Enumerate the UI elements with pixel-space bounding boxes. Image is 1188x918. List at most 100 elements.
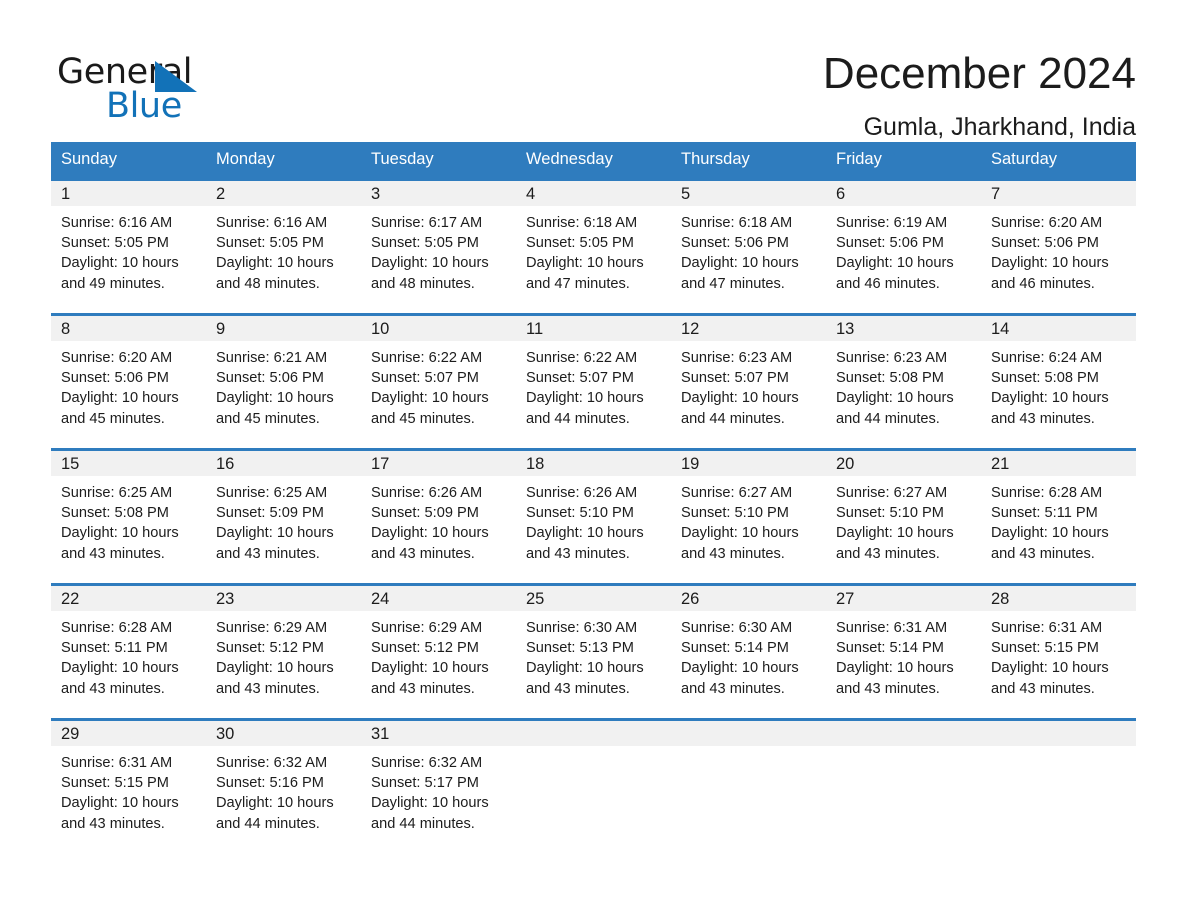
day-number: 6: [826, 181, 981, 206]
calendar-day-cell[interactable]: 15 Sunrise: 6:25 AM Sunset: 5:08 PM Dayligh…: [51, 448, 206, 585]
calendar-day-cell[interactable]: 25 Sunrise: 6:30 AM Sunset: 5:13 PM Dayligh…: [516, 583, 671, 720]
day-details: Sunrise: 6:17 AM Sunset: 5:05 PM Daylight:…: [361, 206, 516, 294]
day-details: Sunrise: 6:24 AM Sunset: 5:08 PM Daylight:…: [981, 341, 1136, 429]
calendar-day-cell[interactable]: 21 Sunrise: 6:28 AM Sunset: 5:11 PM Dayligh…: [981, 448, 1136, 585]
daylight-text-line2: and 43 minutes.: [991, 545, 1095, 562]
daylight-text-line2: and 43 minutes.: [526, 545, 630, 562]
daylight-text-line1: Daylight: 10 hours: [371, 390, 489, 407]
daylight-text-line1: Daylight: 10 hours: [61, 660, 179, 677]
sunrise-text: Sunrise: 6:31 AM: [61, 755, 173, 771]
daylight-text-line1: Daylight: 10 hours: [526, 255, 644, 272]
day-number: 30: [206, 721, 361, 746]
sunrise-text: Sunrise: 6:25 AM: [61, 485, 173, 501]
daylight-text-line1: Daylight: 10 hours: [991, 525, 1109, 542]
daylight-text-line2: and 43 minutes.: [526, 680, 630, 697]
daylight-text-line1: Daylight: 10 hours: [836, 660, 954, 677]
day-number: 31: [361, 721, 516, 746]
daylight-text-line2: and 47 minutes.: [526, 275, 630, 292]
day-details: Sunrise: 6:32 AM Sunset: 5:17 PM Daylight:…: [361, 746, 516, 834]
calendar-day-cell[interactable]: 6 Sunrise: 6:19 AM Sunset: 5:06 PM Daylight…: [826, 178, 981, 315]
calendar-day-cell[interactable]: 18 Sunrise: 6:26 AM Sunset: 5:10 PM Dayligh…: [516, 448, 671, 585]
calendar-day-cell[interactable]: 20 Sunrise: 6:27 AM Sunset: 5:10 PM Dayligh…: [826, 448, 981, 585]
sunset-text: Sunset: 5:08 PM: [61, 505, 169, 522]
calendar-day-cell[interactable]: 12 Sunrise: 6:23 AM Sunset: 5:07 PM Dayligh…: [671, 313, 826, 450]
daylight-text-line1: Daylight: 10 hours: [681, 525, 799, 542]
day-number: 7: [981, 181, 1136, 206]
day-number: 18: [516, 451, 671, 476]
calendar-cell-empty: [981, 718, 1136, 855]
calendar-header-row: Sunday Monday Tuesday Wednesday Thursday…: [51, 142, 1136, 180]
sunset-text: Sunset: 5:11 PM: [991, 505, 1098, 522]
day-number: 20: [826, 451, 981, 476]
sunset-text: Sunset: 5:05 PM: [216, 235, 324, 252]
daylight-text-line1: Daylight: 10 hours: [991, 390, 1109, 407]
day-details: Sunrise: 6:28 AM Sunset: 5:11 PM Daylight:…: [981, 476, 1136, 564]
calendar-day-cell[interactable]: 17 Sunrise: 6:26 AM Sunset: 5:09 PM Dayligh…: [361, 448, 516, 585]
calendar-day-cell[interactable]: 22 Sunrise: 6:28 AM Sunset: 5:11 PM Dayligh…: [51, 583, 206, 720]
daylight-text-line2: and 44 minutes.: [836, 410, 940, 427]
sunset-text: Sunset: 5:05 PM: [526, 235, 634, 252]
sunset-text: Sunset: 5:06 PM: [216, 370, 324, 387]
sunrise-text: Sunrise: 6:20 AM: [991, 215, 1103, 231]
sunset-text: Sunset: 5:10 PM: [836, 505, 944, 522]
day-details: Sunrise: 6:22 AM Sunset: 5:07 PM Daylight:…: [361, 341, 516, 429]
day-number: 16: [206, 451, 361, 476]
day-details: Sunrise: 6:31 AM Sunset: 5:14 PM Daylight:…: [826, 611, 981, 699]
calendar-day-cell[interactable]: 14 Sunrise: 6:24 AM Sunset: 5:08 PM Dayligh…: [981, 313, 1136, 450]
sunrise-text: Sunrise: 6:18 AM: [526, 215, 638, 231]
calendar-day-cell[interactable]: 19 Sunrise: 6:27 AM Sunset: 5:10 PM Dayligh…: [671, 448, 826, 585]
calendar-day-cell[interactable]: 4 Sunrise: 6:18 AM Sunset: 5:05 PM Daylight…: [516, 178, 671, 315]
sunrise-text: Sunrise: 6:32 AM: [216, 755, 328, 771]
calendar-day-cell[interactable]: 1 Sunrise: 6:16 AM Sunset: 5:05 PM Daylight…: [51, 178, 206, 315]
calendar-day-cell[interactable]: 30 Sunrise: 6:32 AM Sunset: 5:16 PM Dayligh…: [206, 718, 361, 855]
sunrise-text: Sunrise: 6:21 AM: [216, 350, 328, 366]
calendar-day-cell[interactable]: 11 Sunrise: 6:22 AM Sunset: 5:07 PM Dayligh…: [516, 313, 671, 450]
calendar-day-cell[interactable]: 31 Sunrise: 6:32 AM Sunset: 5:17 PM Dayligh…: [361, 718, 516, 855]
calendar-day-cell[interactable]: 24 Sunrise: 6:29 AM Sunset: 5:12 PM Dayligh…: [361, 583, 516, 720]
calendar-day-cell[interactable]: 16 Sunrise: 6:25 AM Sunset: 5:09 PM Dayligh…: [206, 448, 361, 585]
daylight-text-line2: and 45 minutes.: [371, 410, 475, 427]
daylight-text-line2: and 48 minutes.: [216, 275, 320, 292]
calendar-day-cell[interactable]: 29 Sunrise: 6:31 AM Sunset: 5:15 PM Dayligh…: [51, 718, 206, 855]
calendar-day-cell[interactable]: 2 Sunrise: 6:16 AM Sunset: 5:05 PM Daylight…: [206, 178, 361, 315]
calendar-day-cell[interactable]: 8 Sunrise: 6:20 AM Sunset: 5:06 PM Daylight…: [51, 313, 206, 450]
calendar-cell-empty: [671, 718, 826, 855]
calendar-week-row: 15 Sunrise: 6:25 AM Sunset: 5:08 PM Dayligh…: [51, 448, 1136, 585]
daylight-text-line1: Daylight: 10 hours: [526, 660, 644, 677]
sunset-text: Sunset: 5:06 PM: [991, 235, 1099, 252]
day-details: Sunrise: 6:23 AM Sunset: 5:07 PM Daylight:…: [671, 341, 826, 429]
day-details: Sunrise: 6:21 AM Sunset: 5:06 PM Daylight:…: [206, 341, 361, 429]
calendar-day-cell[interactable]: 3 Sunrise: 6:17 AM Sunset: 5:05 PM Daylight…: [361, 178, 516, 315]
daylight-text-line2: and 43 minutes.: [61, 815, 165, 832]
calendar-day-cell[interactable]: 7 Sunrise: 6:20 AM Sunset: 5:06 PM Daylight…: [981, 178, 1136, 315]
day-details: Sunrise: 6:29 AM Sunset: 5:12 PM Daylight:…: [361, 611, 516, 699]
day-details: Sunrise: 6:27 AM Sunset: 5:10 PM Daylight:…: [826, 476, 981, 564]
calendar-day-cell[interactable]: 10 Sunrise: 6:22 AM Sunset: 5:07 PM Dayligh…: [361, 313, 516, 450]
calendar-day-cell[interactable]: 23 Sunrise: 6:29 AM Sunset: 5:12 PM Dayligh…: [206, 583, 361, 720]
daylight-text-line1: Daylight: 10 hours: [216, 795, 334, 812]
daylight-text-line1: Daylight: 10 hours: [836, 255, 954, 272]
calendar-day-cell[interactable]: 9 Sunrise: 6:21 AM Sunset: 5:06 PM Daylight…: [206, 313, 361, 450]
daylight-text-line1: Daylight: 10 hours: [61, 795, 179, 812]
sunrise-text: Sunrise: 6:19 AM: [836, 215, 948, 231]
day-number: 10: [361, 316, 516, 341]
sunset-text: Sunset: 5:05 PM: [371, 235, 479, 252]
calendar-day-cell[interactable]: 5 Sunrise: 6:18 AM Sunset: 5:06 PM Daylight…: [671, 178, 826, 315]
day-details: Sunrise: 6:23 AM Sunset: 5:08 PM Daylight:…: [826, 341, 981, 429]
daylight-text-line1: Daylight: 10 hours: [836, 525, 954, 542]
calendar-day-cell[interactable]: 27 Sunrise: 6:31 AM Sunset: 5:14 PM Dayligh…: [826, 583, 981, 720]
sunrise-text: Sunrise: 6:32 AM: [371, 755, 483, 771]
calendar-day-cell[interactable]: 26 Sunrise: 6:30 AM Sunset: 5:14 PM Dayligh…: [671, 583, 826, 720]
sunrise-text: Sunrise: 6:30 AM: [681, 620, 793, 636]
sunset-text: Sunset: 5:09 PM: [216, 505, 324, 522]
daylight-text-line2: and 44 minutes.: [526, 410, 630, 427]
day-details: Sunrise: 6:27 AM Sunset: 5:10 PM Daylight:…: [671, 476, 826, 564]
sunrise-text: Sunrise: 6:24 AM: [991, 350, 1103, 366]
daylight-text-line2: and 43 minutes.: [216, 545, 320, 562]
generalblue-logo[interactable]: General Blue: [55, 44, 255, 126]
calendar-day-cell[interactable]: 13 Sunrise: 6:23 AM Sunset: 5:08 PM Dayligh…: [826, 313, 981, 450]
day-number: 12: [671, 316, 826, 341]
calendar-day-cell[interactable]: 28 Sunrise: 6:31 AM Sunset: 5:15 PM Dayligh…: [981, 583, 1136, 720]
calendar-week-row: 1 Sunrise: 6:16 AM Sunset: 5:05 PM Daylight…: [51, 178, 1136, 315]
day-number: 22: [51, 586, 206, 611]
